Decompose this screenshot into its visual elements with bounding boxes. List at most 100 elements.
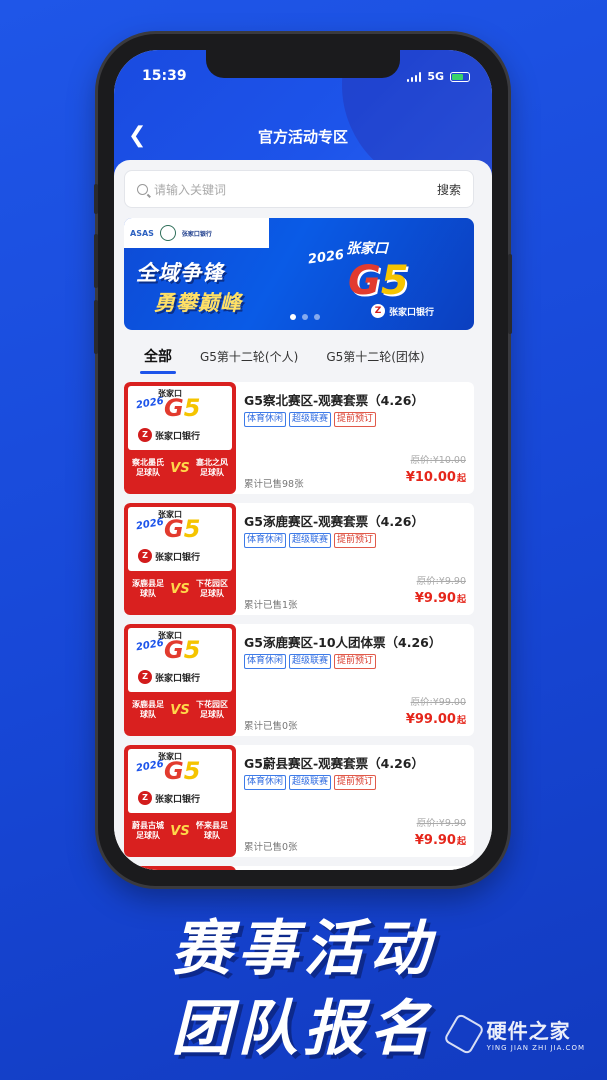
promo-line-1: 赛事活动 — [171, 914, 436, 984]
slogan-line-1: 全域争锋 — [136, 261, 224, 285]
bank-logo-icon: Z — [138, 670, 152, 684]
matchup: 涿鹿县足球队 VS 下花园区足球队 — [124, 700, 236, 720]
matchup: 涿鹿县足球队 VS 下花园区足球队 — [124, 579, 236, 599]
phone-volume-down — [94, 300, 98, 354]
vs-label: VS — [170, 702, 190, 718]
event-tags: 体育休闲 超级联赛 提前预订 — [244, 533, 377, 548]
event-price: ¥9.90起 — [415, 833, 466, 848]
event-info: G5涿鹿赛区-观赛套票（4.26） 体育休闲 超级联赛 提前预订 原价:¥9.90 累计已… — [244, 503, 466, 615]
original-price: 原价:¥10.00 — [410, 455, 466, 466]
search-input[interactable]: 请输入关键词 — [154, 181, 437, 198]
carousel-dot[interactable] — [302, 314, 308, 320]
sold-count: 累计已售0张 — [244, 842, 298, 853]
tab-individual[interactable]: G5第十二轮(个人) — [200, 338, 298, 376]
slogan-line-2: 勇攀巅峰 — [154, 291, 242, 315]
team-a: 蔚县古城足球队 — [132, 821, 164, 840]
event-thumbnail: 2026张家口G5 — [124, 866, 236, 870]
vs-label: VS — [170, 460, 190, 476]
event-tag: 体育休闲 — [244, 775, 287, 790]
banner-slogan: 全域争锋 勇攀巅峰 — [136, 258, 242, 318]
status-indicators: 5G — [406, 70, 470, 83]
search-icon — [137, 183, 148, 195]
g5-city: 张家口 — [346, 241, 388, 257]
vs-label: VS — [170, 581, 190, 597]
event-tag: 提前预订 — [334, 412, 377, 427]
price-value: ¥99.00 — [405, 712, 456, 727]
search-bar[interactable]: 请输入关键词 搜索 — [124, 170, 474, 208]
chevron-left-icon[interactable]: ❮ — [128, 125, 146, 147]
event-tag: 超级联赛 — [289, 775, 332, 790]
vs-label: VS — [170, 823, 190, 839]
event-info: G5蔚县赛区-50人团体套票 — [244, 866, 466, 870]
g5-mark: G5 — [164, 515, 201, 543]
sold-count: 累计已售0张 — [244, 721, 298, 732]
event-info: G5察北赛区-观赛套票（4.26） 体育休闲 超级联赛 提前预订 原价:¥10.00 累计… — [244, 382, 466, 494]
app-screen: 15:39 5G ❮ 官方活动专区 请输入关键词 搜索 ASAS 张家口银行 全… — [114, 50, 492, 870]
g5-year: 2026 — [307, 247, 346, 268]
event-tag: 体育休闲 — [244, 412, 287, 427]
sponsor-strip: ASAS 张家口银行 — [124, 218, 269, 248]
team-a: 察北墨氏足球队 — [132, 458, 164, 477]
battery-icon — [450, 71, 470, 82]
g5-mark: G5 — [164, 757, 201, 785]
phone-volume-up — [94, 234, 98, 288]
g5-logo: 2026 张家口 G5 — [307, 232, 458, 304]
event-card[interactable]: 2026 张家口 G5 Z 张家口银行 涿鹿县足球队 VS 下花园区足球队 G5涿鹿赛区-观赛套… — [124, 503, 474, 615]
watermark: 硬件之家 YING JIAN ZHI JIA.COM — [442, 1012, 585, 1055]
tab-team[interactable]: G5第十二轮(团体) — [326, 338, 424, 376]
carousel-dot[interactable] — [290, 314, 296, 320]
event-tag: 超级联赛 — [289, 412, 332, 427]
bank-logo-icon: Z — [370, 304, 385, 318]
matchup: 蔚县古城足球队 VS 怀来县足球队 — [124, 821, 236, 841]
watermark-logo-icon — [442, 1012, 485, 1055]
page-title: 官方活动专区 — [257, 127, 348, 146]
event-info: G5蔚县赛区-观赛套票（4.26） 体育休闲 超级联赛 提前预订 原价:¥9.90 累计已… — [244, 745, 466, 857]
event-thumbnail: 2026 张家口 G5 Z 张家口银行 蔚县古城足球队 VS 怀来县足球队 — [124, 745, 236, 857]
event-price: ¥9.90起 — [415, 591, 466, 606]
thumb-bank-name: 张家口银行 — [155, 794, 201, 805]
event-card[interactable]: 2026张家口G5 G5蔚县赛区-50人团体套票 — [124, 866, 474, 870]
team-b: 怀来县足球队 — [196, 821, 228, 840]
carousel-dots[interactable] — [290, 314, 320, 320]
thumb-bank-name: 张家口银行 — [155, 673, 201, 684]
status-time: 15:39 — [142, 68, 187, 84]
event-price: ¥99.00起 — [406, 712, 466, 727]
team-a: 涿鹿县足球队 — [132, 700, 164, 719]
original-price: 原价:¥99.00 — [410, 697, 466, 708]
price-value: ¥9.90 — [414, 833, 456, 848]
event-thumbnail: 2026 张家口 G5 Z 张家口银行 涿鹿县足球队 VS 下花园区足球队 — [124, 624, 236, 736]
event-title: G5察北赛区-观赛套票（4.26） — [244, 393, 424, 408]
event-thumbnail: 2026 张家口 G5 Z 张家口银行 涿鹿县足球队 VS 下花园区足球队 — [124, 503, 236, 615]
search-button[interactable]: 搜索 — [437, 181, 461, 198]
thumb-bank: Z 张家口银行 — [138, 549, 200, 563]
event-card[interactable]: 2026 张家口 G5 Z 张家口银行 察北墨氏足球队 VS 塞北之风足球队 G5察北赛区-观赛… — [124, 382, 474, 494]
seal-icon — [159, 225, 176, 241]
event-thumbnail: 2026 张家口 G5 Z 张家口银行 察北墨氏足球队 VS 塞北之风足球队 — [124, 382, 236, 494]
price-suffix: 起 — [456, 716, 466, 726]
thumb-bank-name: 张家口银行 — [155, 552, 201, 563]
carousel-dot[interactable] — [314, 314, 320, 320]
event-list: 2026 张家口 G5 Z 张家口银行 察北墨氏足球队 VS 塞北之风足球队 G5察北赛区-观赛… — [124, 382, 474, 870]
event-tag: 提前预订 — [334, 533, 377, 548]
event-tag: 体育休闲 — [244, 654, 287, 669]
phone-notch — [206, 50, 400, 78]
thumb-bank: Z 张家口银行 — [138, 791, 200, 805]
tab-all[interactable]: 全部 — [140, 338, 176, 376]
promo-banner[interactable]: ASAS 张家口银行 全域争锋 勇攀巅峰 2026 张家口 G5 Z 张家口银行 — [124, 218, 474, 330]
bank-logo-icon: Z — [138, 549, 152, 563]
thumb-bank: Z 张家口银行 — [138, 670, 200, 684]
event-card[interactable]: 2026 张家口 G5 Z 张家口银行 涿鹿县足球队 VS 下花园区足球队 G5涿鹿赛区-10人… — [124, 624, 474, 736]
bank-logo-icon: Z — [138, 791, 152, 805]
phone-power-button — [508, 254, 512, 334]
event-card[interactable]: 2026 张家口 G5 Z 张家口银行 蔚县古城足球队 VS 怀来县足球队 G5蔚县赛区-观赛套… — [124, 745, 474, 857]
matchup: 察北墨氏足球队 VS 塞北之风足球队 — [124, 458, 236, 478]
event-tag: 超级联赛 — [289, 654, 332, 669]
original-price: 原价:¥9.90 — [416, 818, 466, 829]
g5-mark: G5 — [164, 636, 201, 664]
bank-strip-label: 张家口银行 — [181, 230, 212, 238]
watermark-url: YING JIAN ZHI JIA.COM — [486, 1044, 585, 1052]
event-title: G5蔚县赛区-观赛套票（4.26） — [244, 756, 424, 771]
team-b: 下花园区足球队 — [196, 700, 228, 719]
watermark-name: 硬件之家 — [486, 1019, 571, 1043]
event-title: G5涿鹿赛区-10人团体票（4.26） — [244, 635, 442, 650]
